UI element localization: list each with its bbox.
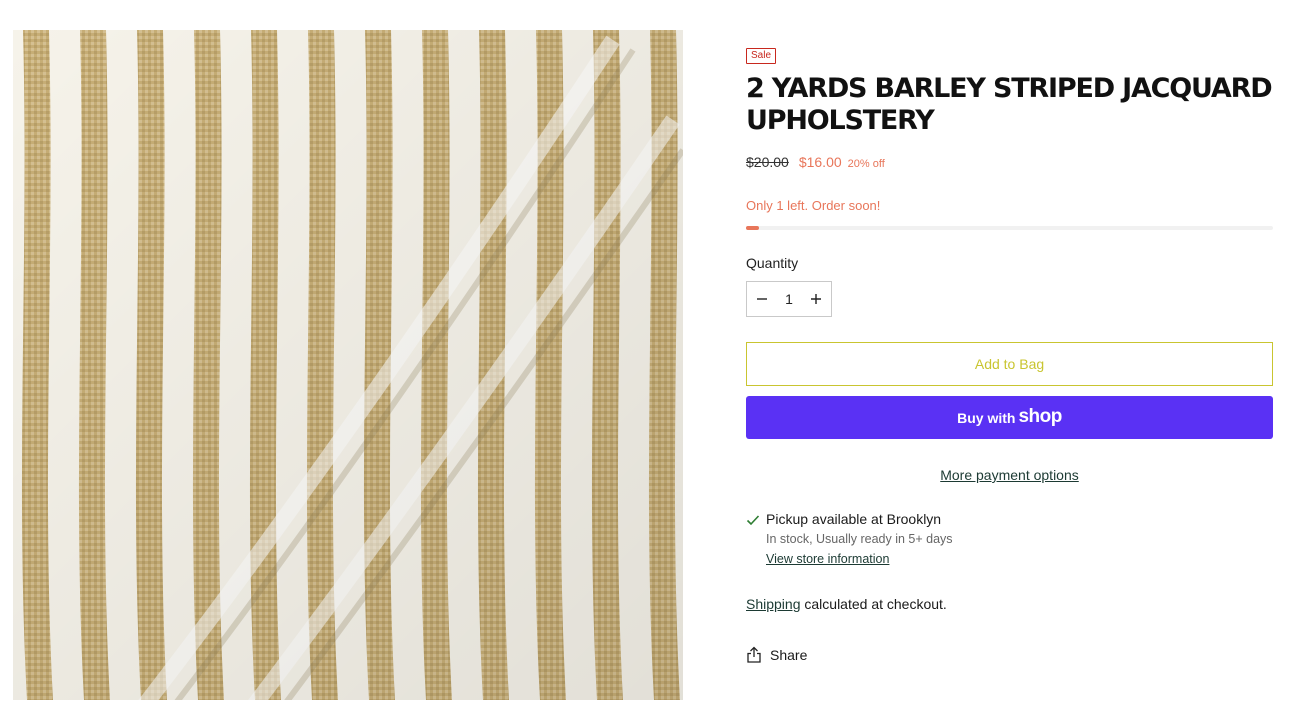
discount-label: 20% off: [847, 158, 885, 170]
stock-level-fill: [746, 226, 760, 230]
quantity-input[interactable]: 1: [777, 291, 801, 307]
shipping-note: Shipping calculated at checkout.: [746, 596, 1273, 612]
share-label: Share: [770, 646, 808, 663]
quantity-decrease-button[interactable]: [747, 281, 777, 317]
pickup-subtitle: In stock, Usually ready in 5+ days: [766, 532, 953, 546]
shipping-text: calculated at checkout.: [800, 596, 947, 612]
quantity-increase-button[interactable]: [801, 281, 831, 317]
striped-fabric-image: [13, 30, 683, 700]
share-button[interactable]: Share: [746, 646, 816, 663]
compare-at-price: $20.00: [746, 154, 789, 170]
share-icon: [747, 646, 761, 663]
buy-with-label: Buy with: [957, 409, 1016, 426]
minus-icon: [757, 298, 767, 300]
plus-icon: [811, 294, 821, 304]
sale-price: $16.00: [798, 154, 842, 170]
add-to-bag-button[interactable]: Add to Bag: [746, 342, 1273, 386]
pickup-availability: Pickup available at Brooklyn In stock, U…: [746, 511, 1273, 566]
check-icon: [746, 515, 760, 526]
product-info: Sale 2 YARDS BARLEY STRIPED JACQUARD UPH…: [746, 45, 1273, 663]
stock-level-bar: [746, 226, 1273, 230]
sale-badge: Sale: [746, 48, 777, 64]
view-store-information-link[interactable]: View store information: [766, 552, 889, 566]
product-title: 2 YARDS BARLEY STRIPED JACQUARD UPHOLSTE…: [746, 73, 1273, 136]
more-payment-options: More payment options: [746, 467, 1273, 483]
shop-pay-logo: shop: [1018, 405, 1062, 427]
quantity-stepper: 1: [746, 281, 832, 317]
product-image[interactable]: [13, 30, 683, 700]
pickup-title: Pickup available at Brooklyn: [766, 511, 942, 527]
buy-with-shop-button[interactable]: Buy with shop: [746, 396, 1273, 439]
quantity-label: Quantity: [746, 255, 799, 271]
price-row: $20.00 $16.00 20% off: [746, 154, 1273, 170]
shipping-link[interactable]: Shipping: [746, 596, 801, 612]
low-stock-message: Only 1 left. Order soon!: [746, 198, 881, 213]
more-payment-options-link[interactable]: More payment options: [940, 467, 1079, 483]
